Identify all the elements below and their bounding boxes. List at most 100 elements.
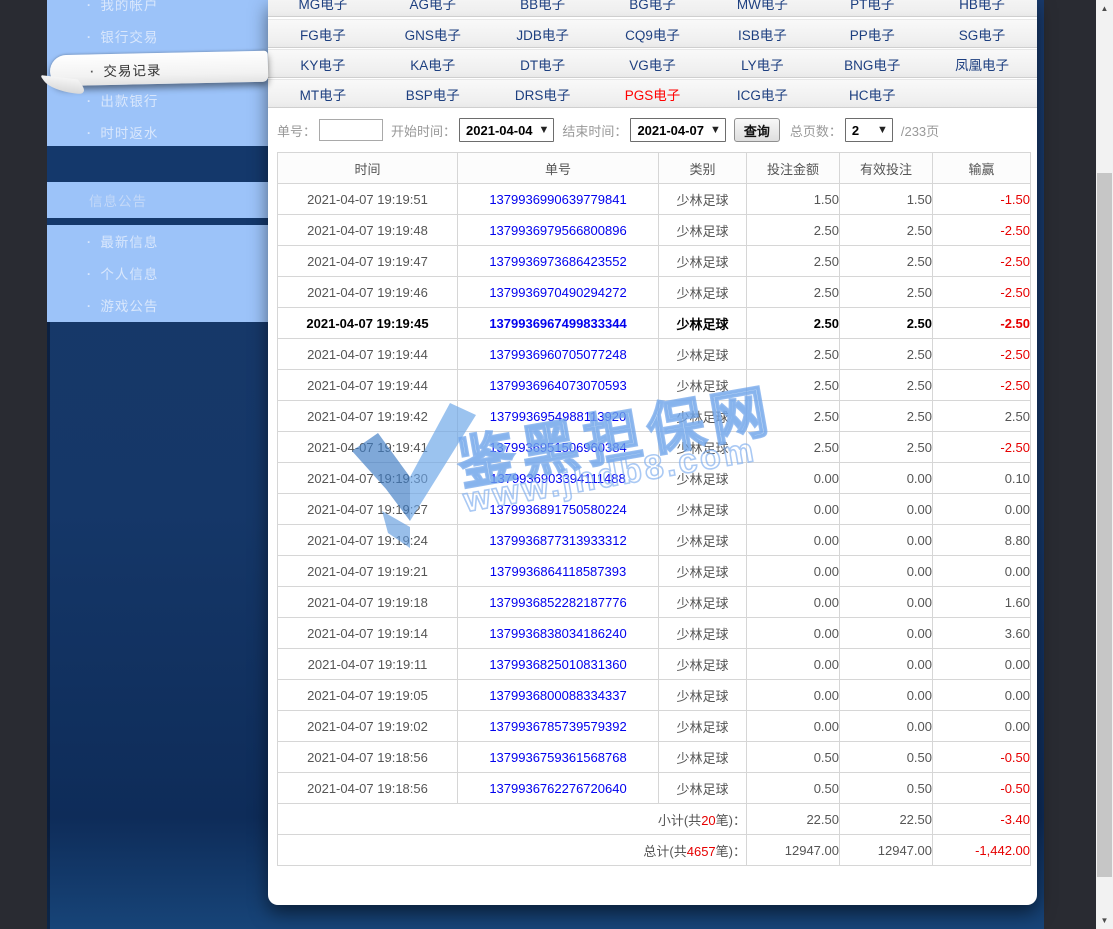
- query-button[interactable]: 查询: [734, 118, 780, 142]
- tab-SG电子[interactable]: SG电子: [927, 24, 1037, 44]
- tab-BNG电子[interactable]: BNG电子: [817, 54, 927, 74]
- order-number-link[interactable]: 1379936973686423552: [489, 254, 626, 269]
- order-number-link[interactable]: 1379936979566800896: [489, 223, 626, 238]
- tab-VG电子[interactable]: VG电子: [598, 54, 708, 74]
- order-number-link[interactable]: 1379936954988113920: [490, 409, 626, 424]
- cell-order[interactable]: 1379936891750580224: [458, 494, 659, 525]
- cell-order[interactable]: 1379936954988113920: [458, 401, 659, 432]
- order-number-link[interactable]: 1379936960705077248: [489, 347, 626, 362]
- cell-order[interactable]: 1379936960705077248: [458, 339, 659, 370]
- order-number-link[interactable]: 1379936903394111488: [490, 471, 625, 486]
- table-row: 2021-04-07 19:19:471379936973686423552少林…: [278, 246, 1031, 277]
- sidebar-item-个人信息[interactable]: .个人信息: [47, 257, 268, 289]
- sidebar-item-银行交易[interactable]: .银行交易: [47, 20, 268, 52]
- cell-order[interactable]: 1379936877313933312: [458, 525, 659, 556]
- cell-order[interactable]: 1379936970490294272: [458, 277, 659, 308]
- tab-MW电子[interactable]: MW电子: [707, 0, 817, 13]
- tab-HB电子[interactable]: HB电子: [927, 0, 1037, 13]
- cell-order[interactable]: 1379936852282187776: [458, 587, 659, 618]
- order-number-link[interactable]: 1379936970490294272: [489, 285, 626, 300]
- order-number-link[interactable]: 1379936964073070593: [489, 378, 626, 393]
- tab-PP电子[interactable]: PP电子: [817, 24, 927, 44]
- tab-KY电子[interactable]: KY电子: [268, 54, 378, 74]
- tab-FG电子[interactable]: FG电子: [268, 24, 378, 44]
- cell-time: 2021-04-07 19:19:14: [278, 618, 458, 649]
- order-number-link[interactable]: 1379936762276720640: [489, 781, 626, 796]
- order-number-link[interactable]: 1379936877313933312: [489, 533, 626, 548]
- cell-bet: 0.00: [747, 649, 840, 680]
- vertical-scrollbar[interactable]: ▲ ▼: [1096, 0, 1113, 929]
- order-number-link[interactable]: 1379936891750580224: [489, 502, 626, 517]
- tab-BG电子[interactable]: BG电子: [598, 0, 708, 13]
- tab-DT电子[interactable]: DT电子: [488, 54, 598, 74]
- cell-order[interactable]: 1379936838034186240: [458, 618, 659, 649]
- cell-order[interactable]: 1379936864118587393: [458, 556, 659, 587]
- cell-valid: 2.50: [840, 308, 933, 339]
- sidebar-item-交易记录[interactable]: .交易记录: [50, 51, 269, 87]
- tab-PGS电子[interactable]: PGS电子: [598, 84, 708, 104]
- order-number-link[interactable]: 1379936967499833344: [489, 316, 626, 331]
- tab-BB电子[interactable]: BB电子: [488, 0, 598, 13]
- sidebar-item-我的帐户[interactable]: .我的帐户: [47, 0, 268, 20]
- sidebar-item-游戏公告[interactable]: .游戏公告: [47, 289, 268, 321]
- cell-order[interactable]: 1379936762276720640: [458, 773, 659, 804]
- cell-order[interactable]: 1379936973686423552: [458, 246, 659, 277]
- order-number-link[interactable]: 1379936852282187776: [489, 595, 626, 610]
- cell-time: 2021-04-07 19:19:21: [278, 556, 458, 587]
- order-number-link[interactable]: 1379936838034186240: [489, 626, 626, 641]
- tab-KA电子[interactable]: KA电子: [378, 54, 488, 74]
- order-number-link[interactable]: 1379936951506960384: [489, 440, 626, 455]
- col-header-winloss: 输赢: [933, 153, 1031, 184]
- order-input[interactable]: [319, 119, 383, 141]
- tab-LY电子[interactable]: LY电子: [707, 54, 817, 74]
- order-number-link[interactable]: 1379936864118587393: [490, 564, 626, 579]
- order-number-link[interactable]: 1379936785739579392: [489, 719, 626, 734]
- sidebar-item-时时返水[interactable]: .时时返水: [47, 116, 268, 148]
- tab-PT电子[interactable]: PT电子: [817, 0, 927, 13]
- cell-time: 2021-04-07 19:18:56: [278, 773, 458, 804]
- order-number-link[interactable]: 1379936800088334337: [489, 688, 626, 703]
- tab-JDB电子[interactable]: JDB电子: [488, 24, 598, 44]
- tab-BSP电子[interactable]: BSP电子: [378, 84, 488, 104]
- cell-order[interactable]: 1379936785739579392: [458, 711, 659, 742]
- cell-order[interactable]: 1379936964073070593: [458, 370, 659, 401]
- page-select[interactable]: 2 ▼: [845, 118, 893, 142]
- cell-bet: 0.00: [747, 494, 840, 525]
- cell-order[interactable]: 1379936951506960384: [458, 432, 659, 463]
- tab-HC电子[interactable]: HC电子: [817, 84, 927, 104]
- cell-order[interactable]: 1379936800088334337: [458, 680, 659, 711]
- tab-AG电子[interactable]: AG电子: [378, 0, 488, 13]
- cell-bet: 0.50: [747, 742, 840, 773]
- end-date-select[interactable]: 2021-04-07 ▼: [630, 118, 725, 142]
- cell-bet: 0.00: [747, 525, 840, 556]
- order-number-link[interactable]: 1379936990639779841: [489, 192, 626, 207]
- tab-ISB电子[interactable]: ISB电子: [707, 24, 817, 44]
- tab-GNS电子[interactable]: GNS电子: [378, 24, 488, 44]
- order-number-link[interactable]: 1379936759361568768: [489, 750, 626, 765]
- sidebar-item-最新信息[interactable]: .最新信息: [47, 225, 268, 257]
- scroll-down-arrow-icon[interactable]: ▼: [1096, 912, 1113, 929]
- cell-winloss: 3.60: [933, 618, 1031, 649]
- subtotal-count: 20: [701, 813, 715, 828]
- tab-ICG电子[interactable]: ICG电子: [707, 84, 817, 104]
- cell-order[interactable]: 1379936979566800896: [458, 215, 659, 246]
- table-row: 2021-04-07 19:19:441379936964073070593少林…: [278, 370, 1031, 401]
- cell-bet: 2.50: [747, 308, 840, 339]
- scroll-up-arrow-icon[interactable]: ▲: [1096, 0, 1113, 17]
- order-number-link[interactable]: 1379936825010831360: [489, 657, 626, 672]
- cell-order[interactable]: 1379936967499833344: [458, 308, 659, 339]
- tab-CQ9电子[interactable]: CQ9电子: [598, 24, 708, 44]
- tab-凤凰电子[interactable]: 凤凰电子: [927, 54, 1037, 74]
- scrollbar-thumb[interactable]: [1097, 173, 1112, 877]
- cell-order[interactable]: 1379936903394111488: [458, 463, 659, 494]
- cell-order[interactable]: 1379936825010831360: [458, 649, 659, 680]
- total-bet: 12947.00: [747, 835, 840, 866]
- start-date-select[interactable]: 2021-04-04 ▼: [459, 118, 554, 142]
- tab-DRS电子[interactable]: DRS电子: [488, 84, 598, 104]
- col-header-time: 时间: [278, 153, 458, 184]
- tab-MG电子[interactable]: MG电子: [268, 0, 378, 13]
- tab-MT电子[interactable]: MT电子: [268, 84, 378, 104]
- cell-winloss: 0.00: [933, 556, 1031, 587]
- cell-order[interactable]: 1379936759361568768: [458, 742, 659, 773]
- cell-order[interactable]: 1379936990639779841: [458, 184, 659, 215]
